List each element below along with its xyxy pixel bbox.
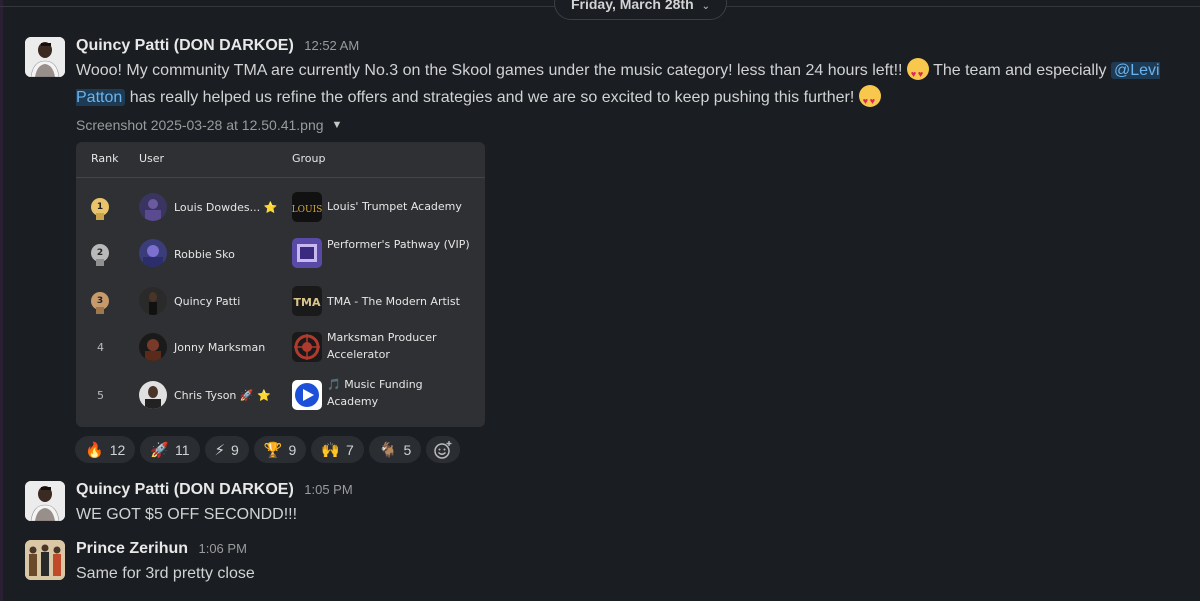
user-name: Chris Tyson 🚀 ⭐ bbox=[174, 389, 271, 402]
trophy-icon: 🏆 bbox=[263, 441, 283, 459]
rocket-icon: 🚀 bbox=[150, 441, 169, 459]
group-avatar bbox=[292, 380, 322, 410]
add-reaction-button[interactable] bbox=[426, 436, 461, 463]
caret-down-icon[interactable]: ▼ bbox=[332, 119, 343, 131]
timestamp[interactable]: 1:05 PM bbox=[304, 482, 352, 497]
user-avatar bbox=[139, 333, 167, 361]
timestamp[interactable]: 12:52 AM bbox=[304, 38, 359, 53]
raised-hands-icon: 🙌 bbox=[321, 441, 341, 459]
reaction-zap[interactable]: ⚡ 9 bbox=[204, 436, 249, 463]
reaction-count: 9 bbox=[288, 441, 297, 458]
leaderboard-row: 1 Louis Dowdes... ⭐ LOUIS Louis' Trumpet… bbox=[76, 183, 485, 230]
message-text: Same for 3rd pretty close bbox=[76, 565, 255, 582]
leaderboard-header: Rank User Group bbox=[76, 142, 485, 178]
rank-value: 4 bbox=[97, 341, 104, 354]
message-text-part: has really helped us refine the offers a… bbox=[129, 89, 855, 106]
add-emoji-icon bbox=[434, 440, 452, 459]
reaction-goat[interactable]: 🐐 5 bbox=[368, 436, 422, 463]
group-avatar bbox=[292, 332, 322, 362]
leaderboard-row: 2 Robbie Sko Performer's Pathway (VIP) bbox=[76, 230, 485, 277]
silver-medal-icon: 2 bbox=[91, 244, 109, 266]
timestamp[interactable]: 1:06 PM bbox=[198, 541, 246, 556]
reaction-raised-hands[interactable]: 🙌 7 bbox=[311, 436, 364, 463]
leaderboard-row: 4 Jonny Marksman Marksman Producer Accel… bbox=[76, 324, 485, 371]
column-header-user: User bbox=[139, 152, 165, 165]
message-text-part: Wooo! My community TMA are currently No.… bbox=[76, 62, 903, 79]
message-header: Prince Zerihun 1:06 PM bbox=[76, 540, 247, 558]
lightning-icon: ⚡ bbox=[214, 441, 226, 459]
goat-icon: 🐐 bbox=[378, 441, 398, 459]
column-header-rank: Rank bbox=[91, 152, 119, 165]
svg-text:LOUIS: LOUIS bbox=[292, 205, 322, 215]
user-name: Louis Dowdes... ⭐ bbox=[174, 201, 278, 214]
date-divider: Friday, March 28th ⌄ bbox=[0, 0, 1200, 20]
reaction-rocket[interactable]: 🚀 11 bbox=[140, 436, 200, 463]
reaction-count: 11 bbox=[174, 441, 190, 458]
date-label: Friday, March 28th bbox=[570, 0, 694, 12]
bronze-medal-icon: 3 bbox=[91, 292, 109, 314]
user-name: Quincy Patti bbox=[174, 295, 241, 308]
user-avatar bbox=[139, 193, 167, 221]
reactions-bar: 🔥 12 🚀 11 ⚡ 9 🏆 9 🙌 7 🐐 5 bbox=[75, 436, 461, 463]
leaderboard-row: 3 Quincy Patti TMA TMA - The Modern Arti… bbox=[76, 277, 485, 324]
gold-medal-icon: 1 bbox=[91, 198, 109, 220]
leaderboard-row: 5 Chris Tyson 🚀 ⭐ 🎵 Music Funding Academ… bbox=[76, 372, 485, 419]
user-avatar bbox=[139, 239, 167, 267]
window-edge bbox=[0, 0, 3, 601]
avatar[interactable] bbox=[25, 37, 65, 77]
user-avatar bbox=[139, 381, 167, 409]
message-header: Quincy Patti (DON DARKOE) 12:52 AM bbox=[76, 37, 359, 55]
group-name: Performer's Pathway (VIP) bbox=[327, 238, 470, 251]
author-name[interactable]: Quincy Patti (DON DARKOE) bbox=[76, 37, 294, 54]
attachment-image[interactable]: Rank User Group 1 Louis Dowdes... ⭐ LOUI… bbox=[76, 142, 485, 427]
group-name: 🎵 Music Funding Academy bbox=[327, 378, 423, 408]
heart-eyes-emoji-icon bbox=[858, 85, 881, 115]
chevron-down-icon: ⌄ bbox=[701, 1, 711, 12]
column-header-group: Group bbox=[292, 152, 326, 165]
svg-text:TMA: TMA bbox=[294, 296, 321, 309]
attachment-filename[interactable]: Screenshot 2025-03-28 at 12.50.41.png bbox=[76, 117, 324, 133]
group-name: TMA - The Modern Artist bbox=[327, 295, 460, 308]
user-name: Robbie Sko bbox=[174, 248, 235, 261]
heart-eyes-emoji-icon bbox=[906, 58, 929, 88]
avatar[interactable] bbox=[25, 481, 65, 521]
group-name: Louis' Trumpet Academy bbox=[327, 200, 462, 213]
reaction-count: 12 bbox=[109, 441, 126, 458]
message-text: WE GOT $5 OFF SECONDD!!! bbox=[76, 506, 298, 523]
user-name: Jonny Marksman bbox=[174, 341, 266, 354]
reaction-trophy[interactable]: 🏆 9 bbox=[253, 436, 307, 463]
group-avatar: TMA bbox=[292, 286, 322, 316]
fire-icon: 🔥 bbox=[85, 441, 104, 459]
avatar[interactable] bbox=[25, 540, 65, 580]
rank-value: 5 bbox=[97, 389, 104, 402]
message-header: Quincy Patti (DON DARKOE) 1:05 PM bbox=[76, 481, 353, 499]
reaction-fire[interactable]: 🔥 12 bbox=[75, 436, 136, 463]
reaction-count: 7 bbox=[346, 441, 354, 458]
message-text-part: The team and especially bbox=[933, 62, 1107, 79]
group-avatar: LOUIS bbox=[292, 192, 322, 222]
author-name[interactable]: Prince Zerihun bbox=[76, 540, 188, 557]
group-avatar bbox=[292, 238, 322, 268]
reaction-count: 5 bbox=[403, 441, 412, 458]
user-avatar bbox=[139, 287, 167, 315]
group-name: Marksman Producer Accelerator bbox=[327, 331, 437, 361]
message-text: Wooo! My community TMA are currently No.… bbox=[76, 57, 1196, 115]
date-jump-button[interactable]: Friday, March 28th ⌄ bbox=[554, 0, 727, 20]
author-name[interactable]: Quincy Patti (DON DARKOE) bbox=[76, 481, 294, 498]
attachment-header[interactable]: Screenshot 2025-03-28 at 12.50.41.png ▼ bbox=[76, 117, 342, 133]
reaction-count: 9 bbox=[231, 441, 239, 458]
